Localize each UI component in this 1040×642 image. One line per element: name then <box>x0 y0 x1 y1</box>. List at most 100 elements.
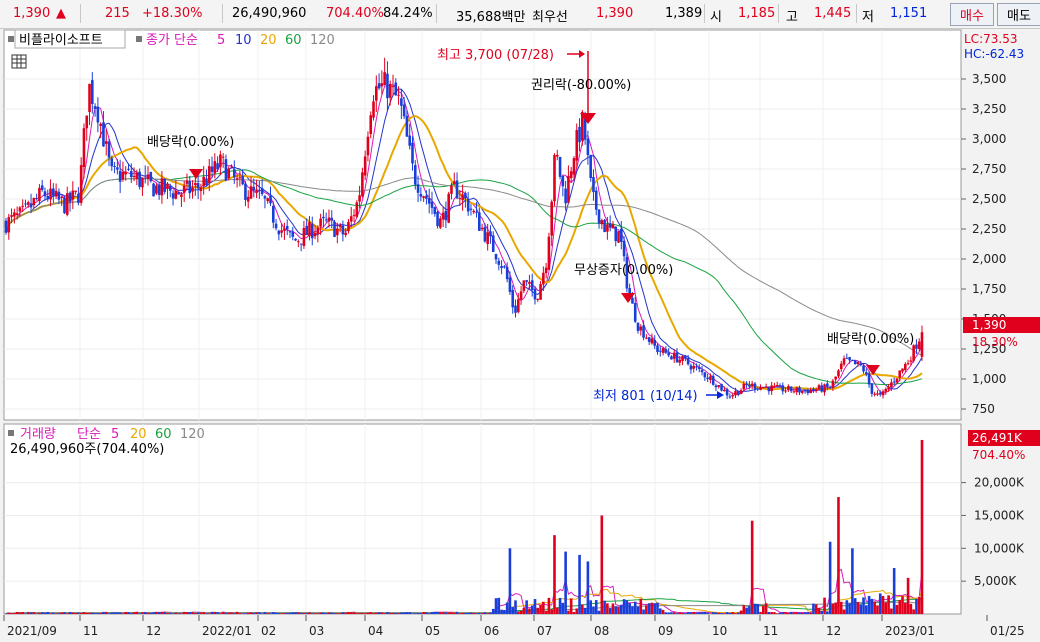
volume-bar <box>814 604 818 614</box>
sell-button[interactable]: 매도 <box>997 3 1040 26</box>
volume-bar <box>853 598 857 614</box>
volume-bar <box>762 605 765 614</box>
volume-bar <box>369 612 373 614</box>
volume-ratio: 704.40% <box>326 6 384 21</box>
volume-bar <box>622 599 626 614</box>
volume-bar <box>486 613 489 614</box>
candle-body <box>789 386 793 392</box>
candle-body <box>753 383 757 390</box>
volume-bar <box>592 606 595 614</box>
volume-bar <box>505 602 509 614</box>
volume-bar <box>7 612 11 614</box>
candle-body <box>252 186 256 191</box>
volume-bar <box>266 613 270 614</box>
volume-bar <box>327 612 331 614</box>
candle-body <box>787 386 790 391</box>
candle-body <box>347 221 350 232</box>
candle-body <box>71 190 75 200</box>
volume-bar <box>26 612 30 614</box>
volume-bar <box>912 609 915 614</box>
ma-prefix: 종가 단순 <box>146 33 198 48</box>
volume-bar <box>116 612 119 614</box>
candle-body <box>700 369 704 373</box>
stock-chart[interactable]: 비플라이소프트 종가 단순 5 10 20 60 120 LC:73.53 HC… <box>0 29 1040 642</box>
candle-body <box>102 122 105 147</box>
candle-body <box>285 225 289 230</box>
volume-bar <box>778 612 782 614</box>
candle-body <box>670 356 673 360</box>
candle-body <box>839 363 843 370</box>
volume-bar <box>480 613 484 614</box>
volume-bar <box>297 612 300 614</box>
price-legend: 비플라이소프트 종가 단순 5 10 20 60 120 <box>8 29 335 49</box>
volume-bar <box>633 601 637 614</box>
volume-bar <box>180 613 183 614</box>
volume-bar <box>859 604 863 614</box>
grid-icon[interactable] <box>11 54 27 69</box>
volume-bar <box>271 612 275 614</box>
volume-bar <box>603 600 606 614</box>
candle-body <box>642 325 645 338</box>
volume-bar <box>319 612 322 614</box>
volume-bar <box>129 613 133 614</box>
candle-body <box>511 290 515 308</box>
candle-body <box>865 372 868 375</box>
volume-bar <box>642 609 645 614</box>
volume-bar <box>430 612 434 614</box>
volume-bar <box>316 613 320 614</box>
candle-body <box>575 129 579 161</box>
candle-body <box>547 236 551 270</box>
volume-bar <box>544 611 548 614</box>
candle-body <box>803 390 807 392</box>
volume-bar <box>444 612 448 614</box>
volume-title: 거래량 <box>20 427 56 442</box>
volume-bar <box>759 611 762 614</box>
buy-button[interactable]: 매수 <box>950 3 994 26</box>
candle-body <box>620 228 623 242</box>
current-price-tag-value: 1,390 <box>972 318 1006 332</box>
ma120-label: 120 <box>310 33 335 48</box>
volume-bar <box>469 612 473 614</box>
volume-bar <box>35 613 38 614</box>
low-annotation: 최저 801 (10/14) <box>593 389 698 404</box>
volume-bar <box>302 613 306 614</box>
candle-body <box>550 201 554 236</box>
volume-bar <box>497 597 501 614</box>
volume-bar <box>516 611 520 614</box>
candle-body <box>386 73 389 99</box>
bonus-issue-annotation: 무상증자(0.00%) <box>574 263 673 278</box>
volume-bar <box>274 612 278 614</box>
volume-bar <box>280 613 283 614</box>
volume-bar <box>355 613 359 614</box>
volume-bar <box>555 607 559 614</box>
candle-body <box>664 349 668 353</box>
candle-body <box>530 280 534 290</box>
candle-body <box>355 202 359 217</box>
candle-body <box>697 367 701 370</box>
candle-body <box>909 360 913 362</box>
candle-body <box>330 217 334 221</box>
volume-bar <box>898 600 902 614</box>
volume-bar <box>224 612 228 614</box>
candle-body <box>439 218 442 228</box>
candle-body <box>692 365 695 369</box>
candle-body <box>372 101 375 118</box>
candle-body <box>494 254 498 260</box>
candle-body <box>525 280 528 282</box>
stock-name: 비플라이소프트 <box>19 33 103 48</box>
candle-body <box>107 141 111 158</box>
candle-body <box>283 228 286 231</box>
candle-body <box>706 377 709 380</box>
candle-body <box>709 376 712 380</box>
candle-body <box>210 166 214 172</box>
volume-bar <box>781 612 785 614</box>
candle-body <box>695 366 698 368</box>
candle-body <box>49 188 52 200</box>
volume-bar <box>645 605 648 614</box>
ask-price: 1,390 <box>596 6 634 21</box>
volume-bar <box>798 612 801 614</box>
candle-body <box>352 214 356 216</box>
volume-bar <box>252 612 256 614</box>
candle-body <box>784 390 787 392</box>
volume-bar <box>723 613 726 614</box>
